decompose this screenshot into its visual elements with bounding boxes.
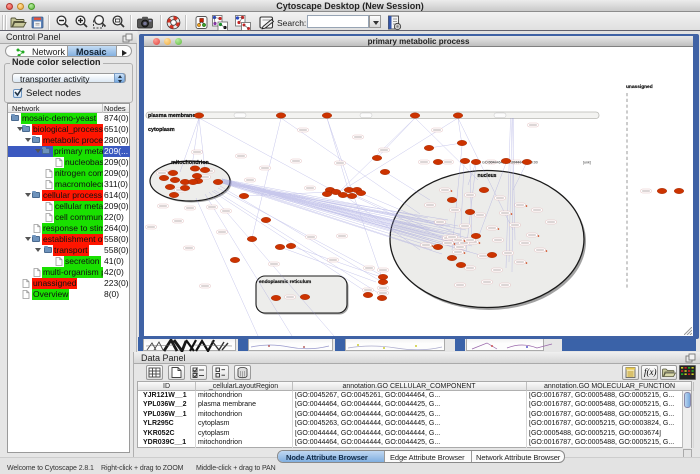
svg-text:cytoplasm: cytoplasm bbox=[148, 127, 175, 133]
svg-text:mitochondrion: mitochondrion bbox=[171, 160, 209, 166]
svg-text:nucleus: nucleus bbox=[478, 173, 497, 179]
svg-text:[unk]: [unk] bbox=[583, 161, 591, 165]
svg-text:endoplasmic reticulum: endoplasmic reticulum bbox=[259, 279, 311, 285]
svg-text:plasma membrane: plasma membrane bbox=[148, 113, 195, 119]
svg-text:unassigned: unassigned bbox=[626, 84, 653, 90]
